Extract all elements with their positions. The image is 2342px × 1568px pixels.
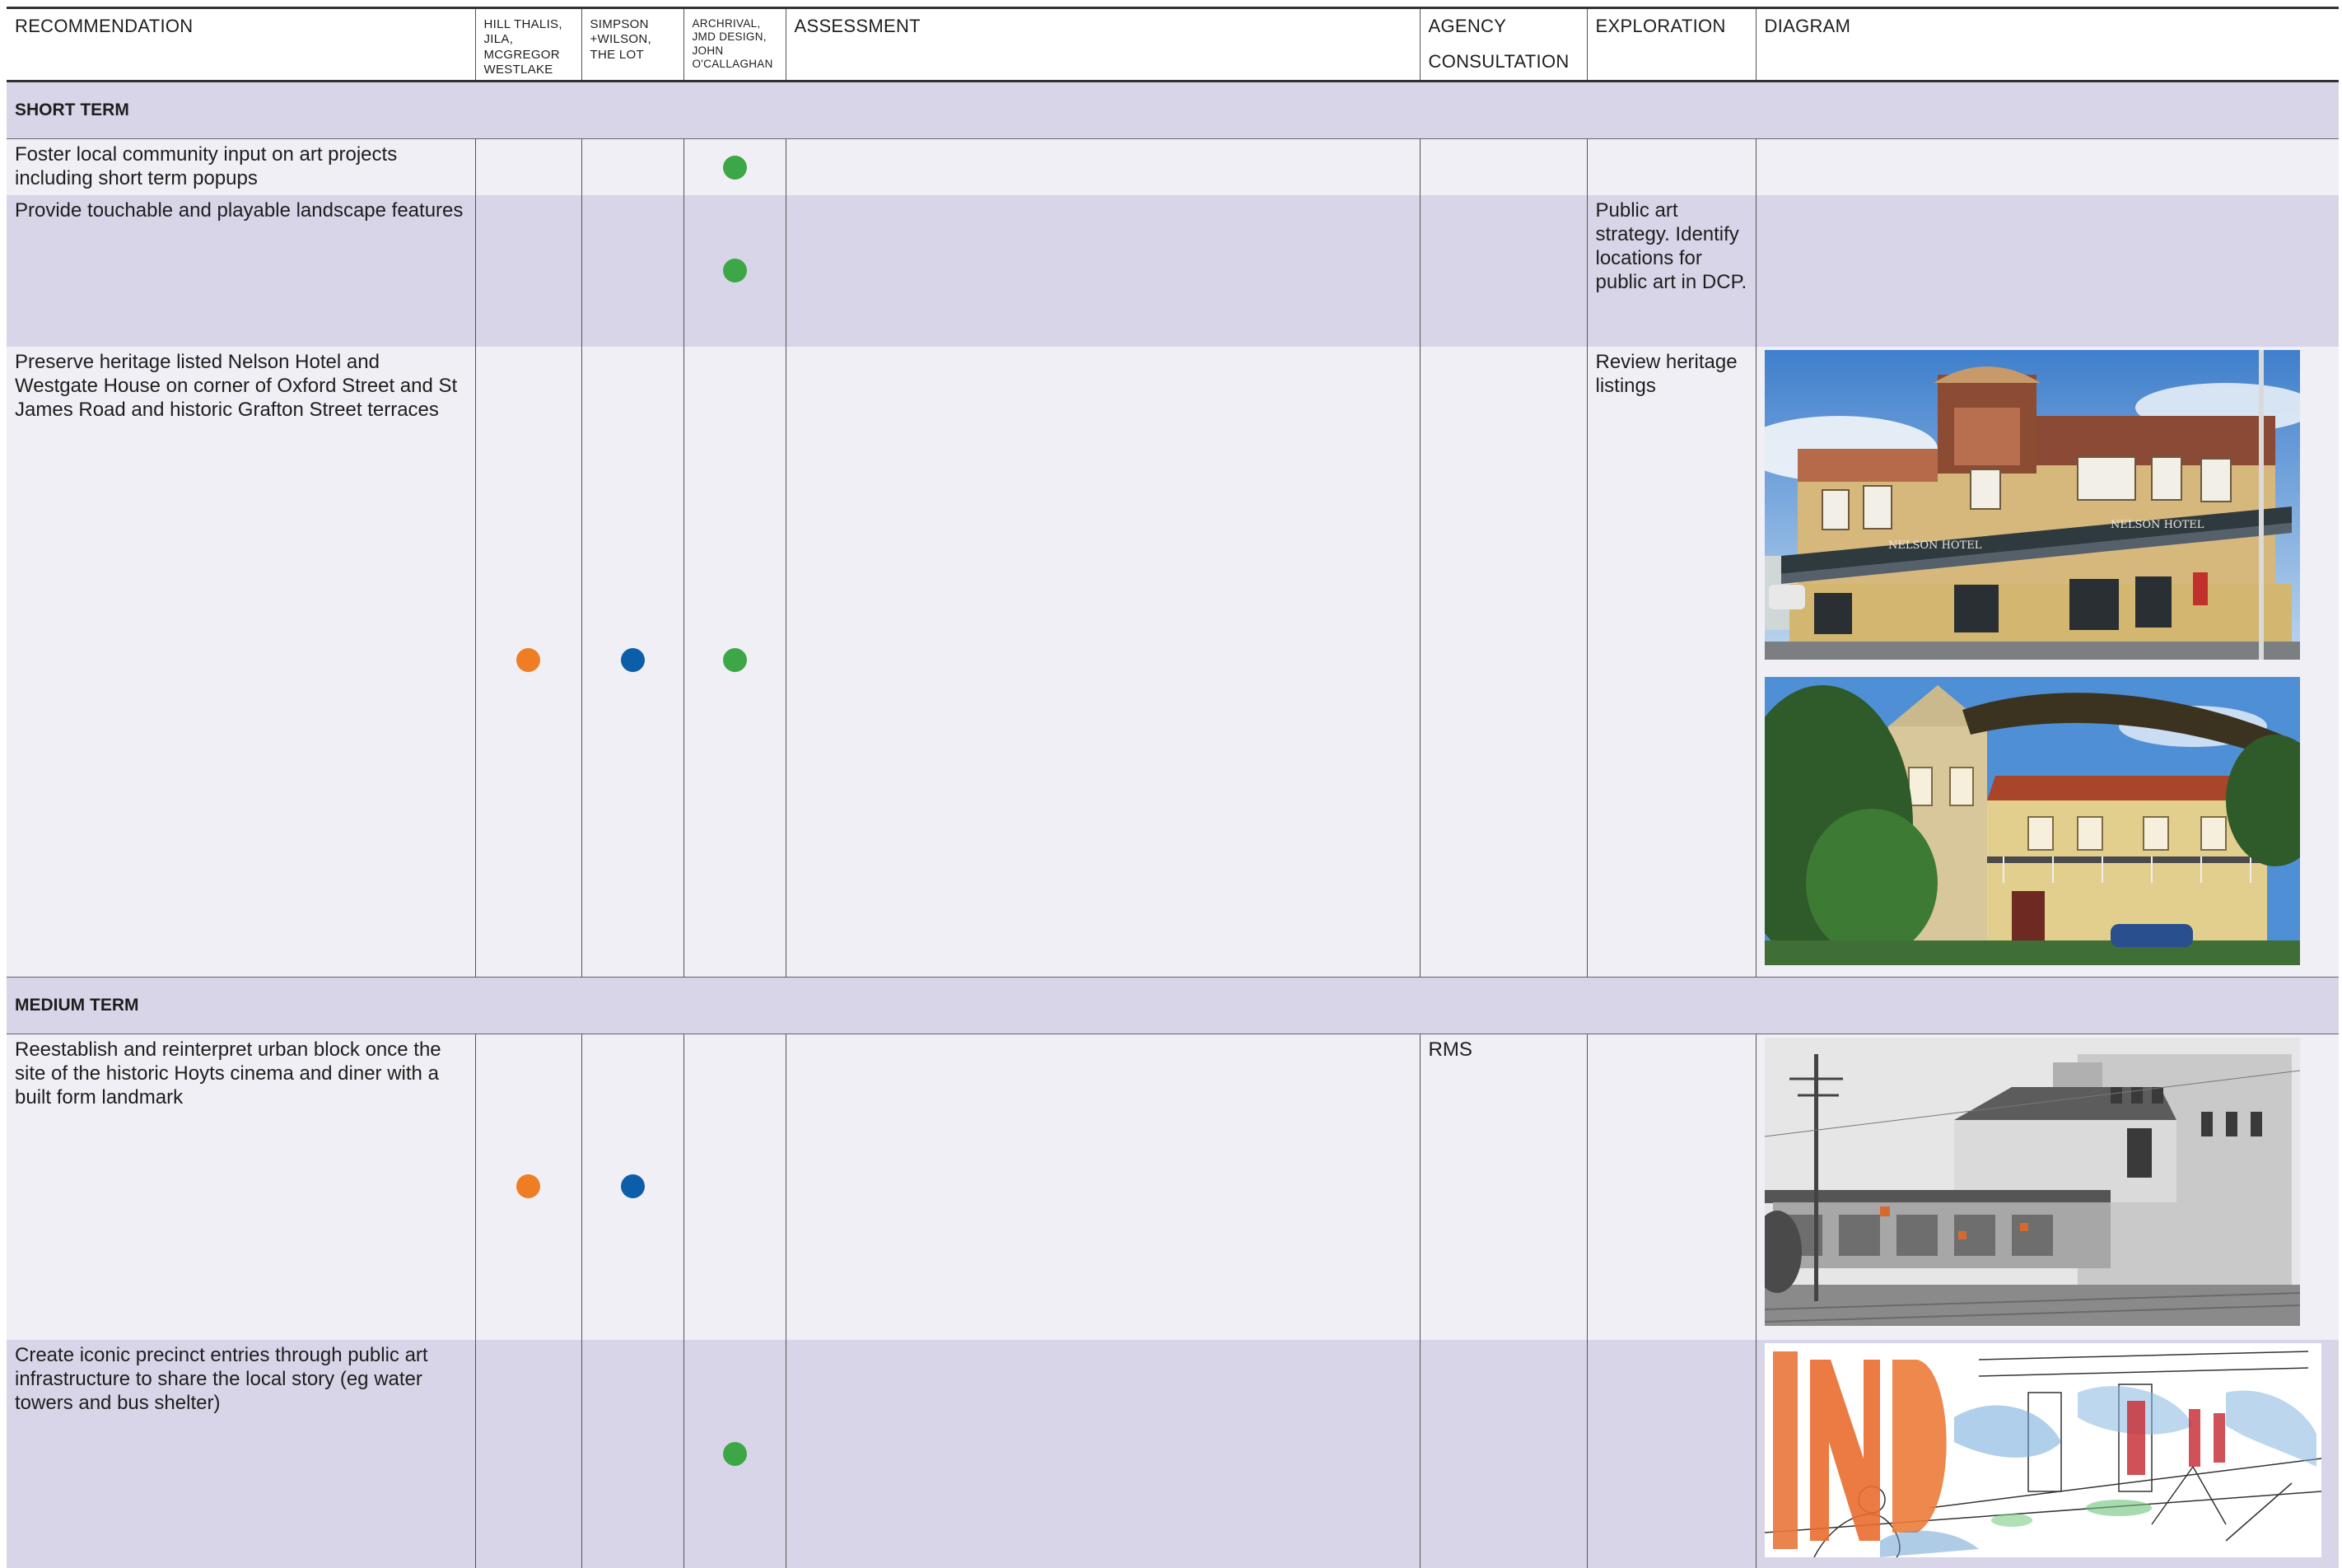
orange-dot-icon <box>516 647 540 672</box>
recommendation-text: Preserve heritage listed Nelson Hotel an… <box>7 346 475 978</box>
header-exploration: EXPLORATION <box>1586 7 1756 82</box>
assessment-cell <box>785 1339 1420 1568</box>
assessment-cell <box>785 1034 1420 1340</box>
table-row: Preserve heritage listed Nelson Hotel an… <box>7 346 2339 978</box>
diagram-cell <box>1755 1339 2339 1568</box>
exploration-cell: Public art strategy. Identify locations … <box>1586 194 1756 347</box>
precinct-entry-sketch <box>1764 1342 2321 1557</box>
nelson-hotel-photo: NELSON HOTEL NELSON HOTEL <box>1764 349 2300 660</box>
assessment-cell <box>785 346 1420 978</box>
recommendations-table: RECOMMENDATION HILL THALIS, JILA, MCGREG… <box>7 7 2339 1568</box>
green-dot-icon <box>722 1441 747 1466</box>
agency-cell <box>1419 194 1587 347</box>
exploration-cell <box>1586 138 1756 195</box>
recommendation-text: Foster local community input on art proj… <box>7 138 475 195</box>
agency-cell <box>1419 138 1587 195</box>
exploration-cell: Review heritage listings <box>1586 346 1756 978</box>
simpson-cell <box>581 346 683 978</box>
hill-cell <box>474 1034 581 1340</box>
hill-cell <box>474 1339 581 1568</box>
agency-cell <box>1419 1339 1587 1568</box>
diagram-cell <box>1755 138 2339 195</box>
archrival-cell <box>683 346 786 978</box>
blue-dot-icon <box>620 1174 645 1198</box>
header-agency-line1: AGENCY <box>1428 16 1507 36</box>
hill-cell <box>474 346 581 978</box>
hotel-sign-left: NELSON HOTEL <box>1888 539 1982 552</box>
westgate-house-photo <box>1764 676 2300 965</box>
header-recommendation: RECOMMENDATION <box>7 7 475 82</box>
table-row: Reestablish and reinterpret urban block … <box>7 1034 2339 1340</box>
table-row: Provide touchable and playable landscape… <box>7 194 2339 347</box>
exploration-cell <box>1586 1034 1756 1340</box>
hill-cell <box>474 138 581 195</box>
header-assessment: ASSESSMENT <box>785 7 1420 82</box>
exploration-cell <box>1586 1339 1756 1568</box>
assessment-cell <box>785 138 1420 195</box>
header-archrival: ARCHRIVAL, JMD DESIGN, JOHN O'CALLAGHAN <box>683 7 786 82</box>
header-agency-line2: CONSULTATION <box>1428 51 1570 72</box>
archrival-cell <box>683 138 786 195</box>
simpson-cell <box>581 194 683 347</box>
agency-cell: RMS <box>1419 1034 1587 1340</box>
orange-dot-icon <box>516 1174 540 1198</box>
assessment-cell <box>785 194 1420 347</box>
recommendation-text: Create iconic precinct entries through p… <box>7 1339 475 1568</box>
document-page: RECOMMENDATION HILL THALIS, JILA, MCGREG… <box>0 0 2342 1568</box>
photo-gap <box>1765 660 2331 677</box>
section-label: MEDIUM TERM <box>7 977 2339 1034</box>
header-hill-thalis: HILL THALIS, JILA, MCGREGOR WESTLAKE <box>474 7 581 82</box>
diagram-cell: NELSON HOTEL NELSON HOTEL <box>1755 346 2339 978</box>
section-short-term: SHORT TERM <box>7 81 2339 139</box>
header-simpson-wilson: SIMPSON +WILSON, THE LOT <box>581 7 683 82</box>
hotel-sign-right: NELSON HOTEL <box>2111 519 2204 531</box>
recommendation-text: Reestablish and reinterpret urban block … <box>7 1034 475 1340</box>
recommendation-text: Provide touchable and playable landscape… <box>7 194 475 347</box>
green-dot-icon <box>722 156 747 180</box>
table-row: Foster local community input on art proj… <box>7 138 2339 195</box>
archrival-cell <box>683 194 786 347</box>
archrival-cell <box>683 1339 786 1568</box>
simpson-cell <box>581 1034 683 1340</box>
table-row: Create iconic precinct entries through p… <box>7 1339 2339 1568</box>
diagram-cell <box>1755 194 2339 347</box>
archrival-cell <box>683 1034 786 1340</box>
simpson-cell <box>581 138 683 195</box>
section-medium-term: MEDIUM TERM <box>7 977 2339 1034</box>
header-agency-consultation: AGENCY CONSULTATION <box>1419 7 1587 82</box>
section-label: SHORT TERM <box>7 81 2339 139</box>
green-dot-icon <box>722 647 747 672</box>
agency-cell <box>1419 346 1587 978</box>
hoyts-cinema-photo <box>1764 1038 2300 1326</box>
blue-dot-icon <box>620 647 645 672</box>
hill-cell <box>474 194 581 347</box>
table-header-row: RECOMMENDATION HILL THALIS, JILA, MCGREG… <box>7 7 2339 82</box>
green-dot-icon <box>722 258 747 282</box>
diagram-cell <box>1755 1034 2339 1340</box>
header-diagram: DIAGRAM <box>1755 7 2339 82</box>
simpson-cell <box>581 1339 683 1568</box>
